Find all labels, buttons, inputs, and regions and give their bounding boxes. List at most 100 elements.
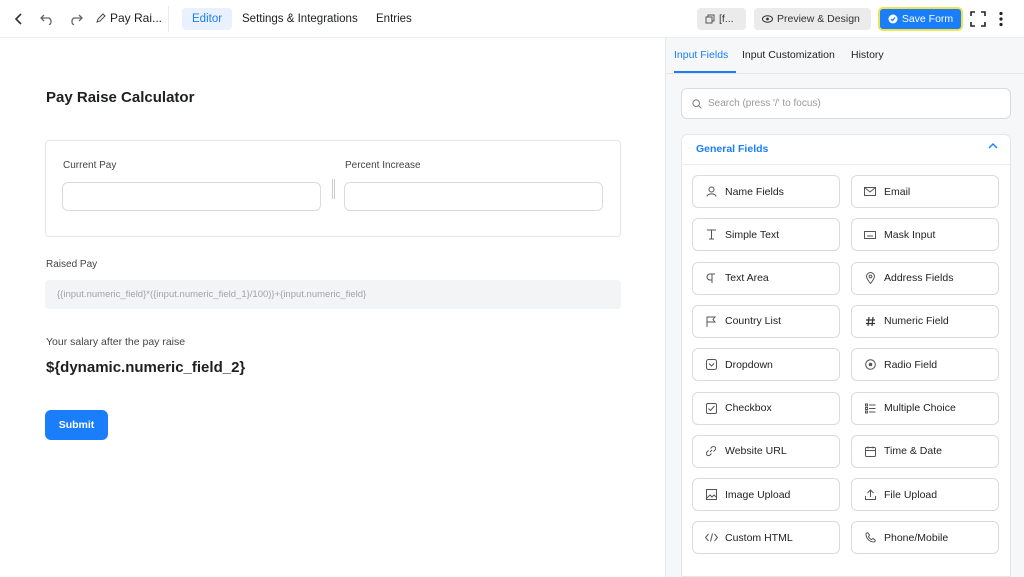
fullscreen-icon[interactable] bbox=[968, 9, 988, 29]
current-pay-input[interactable] bbox=[62, 182, 321, 211]
calendar-icon bbox=[863, 446, 877, 457]
field-button-label: Mask Input bbox=[884, 228, 936, 241]
field-button-custom-html[interactable]: Custom HTML bbox=[692, 521, 840, 555]
form-title-edit[interactable]: Pay Rai... bbox=[96, 11, 162, 25]
tab-history[interactable]: History bbox=[851, 49, 884, 61]
two-column-container[interactable]: Current Pay Percent Increase bbox=[45, 140, 621, 237]
keyboard-icon bbox=[863, 230, 877, 239]
more-options-icon[interactable] bbox=[991, 9, 1011, 29]
field-button-label: Website URL bbox=[725, 445, 787, 458]
field-button-text-area[interactable]: Text Area bbox=[692, 261, 840, 295]
dropdown-icon bbox=[704, 359, 718, 371]
section-divider bbox=[682, 164, 1010, 165]
field-button-checkbox[interactable]: Checkbox bbox=[692, 391, 840, 425]
percent-increase-label: Percent Increase bbox=[345, 160, 421, 171]
chevron-up-icon[interactable] bbox=[988, 140, 998, 154]
field-button-label: Checkbox bbox=[725, 402, 772, 414]
field-button-mask-input[interactable]: Mask Input bbox=[851, 218, 999, 252]
active-tab-underline bbox=[674, 71, 736, 73]
eye-icon bbox=[762, 15, 773, 23]
save-label: Save Form bbox=[901, 13, 954, 25]
dynamic-value-text: ${dynamic.numeric_field_2} bbox=[46, 359, 246, 376]
image-icon bbox=[704, 489, 718, 501]
section-title[interactable]: General Fields bbox=[696, 143, 768, 155]
field-button-label: Text Area bbox=[725, 272, 769, 285]
column-resize-handle[interactable] bbox=[332, 179, 335, 199]
field-button-multiple-choice[interactable]: Multiple Choice bbox=[851, 391, 999, 425]
save-form-button[interactable]: Save Form bbox=[878, 7, 963, 31]
search-placeholder: Search (press '/' to focus) bbox=[708, 98, 821, 109]
tab-input-fields[interactable]: Input Fields bbox=[674, 49, 728, 61]
list-icon bbox=[863, 403, 877, 414]
form-canvas: Pay Raise Calculator Current Pay Percent… bbox=[0, 38, 665, 577]
field-button-time-date[interactable]: Time & Date bbox=[851, 434, 999, 468]
field-button-label: Country List bbox=[725, 315, 782, 328]
undo-icon[interactable] bbox=[37, 9, 57, 29]
field-button-label: File Upload bbox=[884, 488, 938, 501]
form-title-text: Pay Rai... bbox=[110, 11, 163, 25]
current-pay-label: Current Pay bbox=[63, 160, 117, 171]
field-button-label: Numeric Field bbox=[884, 315, 949, 328]
tab-editor[interactable]: Editor bbox=[182, 8, 233, 30]
field-button-file-upload[interactable]: File Upload bbox=[851, 478, 999, 512]
field-button-email[interactable]: Email bbox=[851, 175, 999, 208]
tabs-divider bbox=[666, 73, 1024, 74]
top-bar: Pay Rai... Editor Settings & Integration… bbox=[0, 0, 1024, 38]
text-cursor-icon bbox=[704, 229, 718, 240]
field-button-dropdown[interactable]: Dropdown bbox=[692, 348, 840, 382]
field-button-image-upload[interactable]: Image Upload bbox=[692, 478, 840, 512]
field-button-simple-text[interactable]: Simple Text bbox=[692, 218, 840, 252]
field-button-label: Simple Text bbox=[725, 228, 780, 241]
field-button-address-fields[interactable]: Address Fields bbox=[851, 261, 999, 295]
person-icon bbox=[704, 186, 718, 197]
field-button-label: Multiple Choice bbox=[884, 402, 956, 414]
divider bbox=[168, 6, 169, 32]
code-icon bbox=[704, 533, 718, 543]
envelope-icon bbox=[863, 187, 877, 196]
field-button-label: Email bbox=[884, 185, 911, 198]
upload-icon bbox=[863, 489, 877, 501]
field-button-label: Custom HTML bbox=[725, 531, 793, 544]
page-title: Pay Raise Calculator bbox=[46, 89, 195, 106]
field-search-input[interactable]: Search (press '/' to focus) bbox=[681, 88, 1011, 119]
tab-input-customization[interactable]: Input Customization bbox=[742, 49, 835, 61]
field-button-phone-mobile[interactable]: Phone/Mobile bbox=[851, 521, 999, 555]
field-button-label: Address Fields bbox=[884, 272, 954, 285]
search-icon bbox=[692, 98, 702, 109]
field-button-country-list[interactable]: Country List bbox=[692, 304, 840, 338]
tab-entries[interactable]: Entries bbox=[366, 8, 422, 30]
preview-label: Preview & Design bbox=[777, 13, 860, 25]
paragraph-icon bbox=[704, 273, 718, 284]
field-button-label: Phone/Mobile bbox=[884, 531, 949, 544]
field-button-label: Time & Date bbox=[884, 445, 942, 458]
back-icon[interactable] bbox=[9, 9, 29, 29]
raised-pay-formula-field[interactable]: {{input.numeric_field}*({input.numeric_f… bbox=[45, 280, 621, 309]
fields-panel: Input Fields Input Customization History… bbox=[665, 38, 1024, 577]
submit-button[interactable]: Submit bbox=[45, 410, 108, 440]
tab-settings-integrations[interactable]: Settings & Integrations bbox=[232, 8, 368, 30]
field-button-label: Dropdown bbox=[725, 358, 773, 371]
field-button-name-fields[interactable]: Name Fields bbox=[692, 175, 840, 208]
preview-design-button[interactable]: Preview & Design bbox=[754, 8, 871, 30]
raised-pay-label: Raised Pay bbox=[46, 259, 98, 270]
field-button-numeric-field[interactable]: Numeric Field bbox=[851, 304, 999, 338]
phone-icon bbox=[863, 532, 877, 543]
shortcode-button[interactable]: [f... bbox=[697, 8, 746, 30]
check-circle-icon bbox=[888, 14, 898, 24]
hash-icon bbox=[863, 316, 877, 327]
general-fields-section: General Fields Name Fields Email Simple Te… bbox=[681, 134, 1011, 577]
field-button-label: Image Upload bbox=[725, 488, 791, 501]
redo-icon[interactable] bbox=[66, 9, 86, 29]
field-button-radio-field[interactable]: Radio Field bbox=[851, 348, 999, 382]
shortcode-label: [f... bbox=[719, 13, 734, 25]
salary-hint-text: Your salary after the pay raise bbox=[46, 336, 186, 348]
field-button-website-url[interactable]: Website URL bbox=[692, 434, 840, 468]
percent-increase-input[interactable] bbox=[344, 182, 603, 211]
copy-icon bbox=[705, 14, 715, 24]
pencil-icon bbox=[96, 13, 106, 23]
field-button-label: Radio Field bbox=[884, 358, 938, 371]
radio-icon bbox=[863, 359, 877, 370]
map-pin-icon bbox=[863, 272, 877, 285]
checkbox-icon bbox=[704, 402, 718, 414]
link-icon bbox=[704, 445, 718, 457]
